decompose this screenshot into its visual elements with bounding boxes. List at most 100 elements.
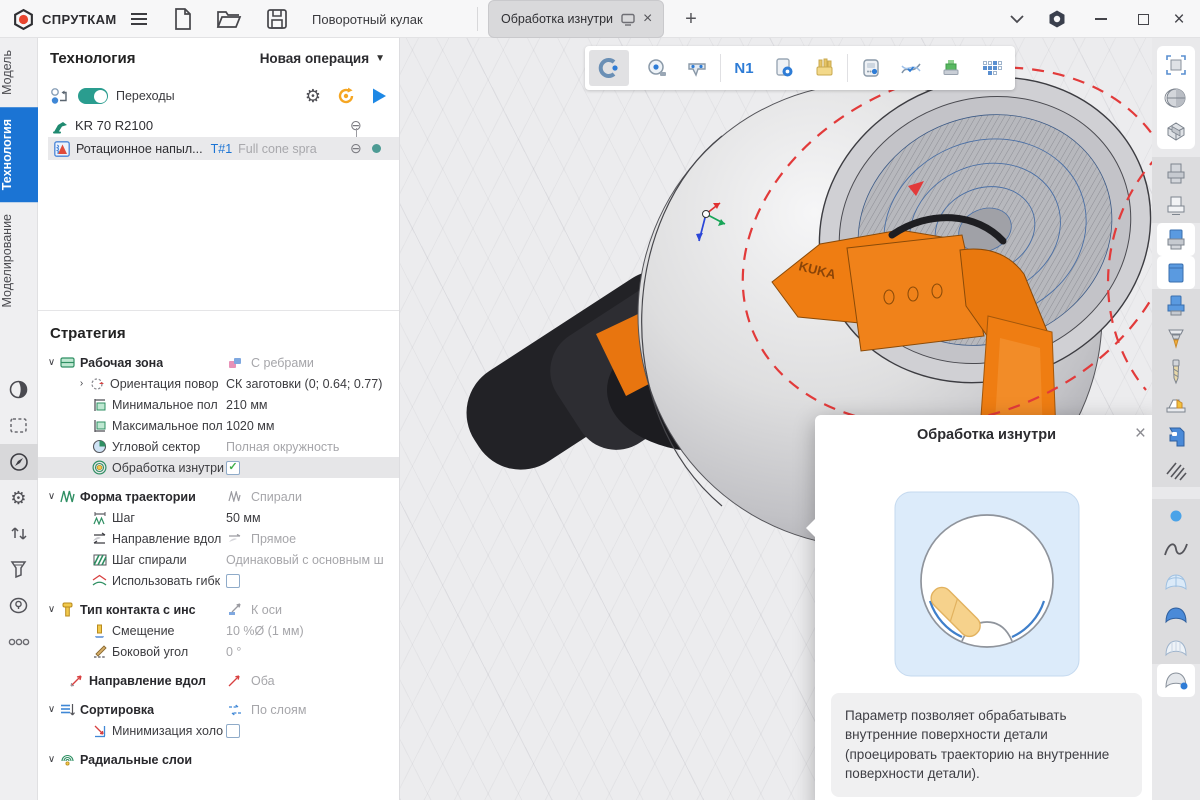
open-folder-icon[interactable] xyxy=(214,0,244,38)
selection-box-icon[interactable] xyxy=(0,408,38,444)
chevron-expanded-icon[interactable]: ∨ xyxy=(44,604,59,615)
step-icon xyxy=(91,510,108,526)
param-row-minimize-idle[interactable]: Минимизация холо xyxy=(38,720,399,741)
hexagon-logo-icon xyxy=(12,8,35,31)
viewport-3d[interactable]: KUKA xyxy=(400,38,1152,800)
param-row-contact-type[interactable]: ∨ Тип контакта с инс К оси xyxy=(38,599,399,620)
transitions-toggle[interactable] xyxy=(78,88,108,104)
param-row-min-position[interactable]: Минимальное пол 210 мм xyxy=(38,394,399,415)
chevron-expanded-icon[interactable]: ∨ xyxy=(44,704,59,715)
hamburger-icon[interactable] xyxy=(124,0,154,38)
param-row-direction-along[interactable]: Направление вдол Прямое xyxy=(38,528,399,549)
chevron-expanded-icon[interactable]: ∨ xyxy=(44,491,59,502)
minimize-icon[interactable] xyxy=(1086,0,1116,38)
param-row-sorting[interactable]: ∨ Сортировка По слоям xyxy=(38,699,399,720)
workpiece-blue-icon[interactable] xyxy=(1152,289,1200,322)
workpiece-solid-blue-icon[interactable] xyxy=(1157,256,1195,289)
graphs-icon[interactable] xyxy=(891,50,931,86)
param-row-direction[interactable]: Направление вдол Оба xyxy=(38,670,399,691)
add-tab-button[interactable]: + xyxy=(676,0,706,38)
param-row-spiral-step[interactable]: Шаг спирали Одинаковый с основным ш xyxy=(38,549,399,570)
tab-simulation[interactable]: Моделирование xyxy=(0,202,38,320)
fixture-icon[interactable] xyxy=(1152,388,1200,421)
section-view-icon[interactable] xyxy=(1157,114,1195,147)
toolpath-hatch-icon[interactable] xyxy=(1152,454,1200,487)
reorder-arrows-icon[interactable] xyxy=(0,516,38,552)
tree-row-machine[interactable]: KR 70 R2100 ⊖ xyxy=(38,114,399,137)
refresh-icon[interactable] xyxy=(336,86,356,106)
chevron-expanded-icon[interactable]: ∨ xyxy=(44,357,59,368)
close-icon[interactable]: × xyxy=(1135,423,1146,445)
param-row-flexible[interactable]: Использовать гибк xyxy=(38,570,399,591)
visibility-toggle-icon[interactable]: ⊖ xyxy=(350,140,362,157)
close-icon[interactable]: × xyxy=(643,11,652,27)
shaded-view-icon[interactable] xyxy=(1157,81,1195,114)
caliper-icon[interactable] xyxy=(677,50,717,86)
workpiece-outline-icon[interactable] xyxy=(1152,190,1200,223)
workpiece-gray-icon[interactable] xyxy=(1152,157,1200,190)
chevron-collapsed-icon[interactable]: › xyxy=(74,378,89,389)
machine-head-icon[interactable] xyxy=(1152,421,1200,454)
param-row-step[interactable]: Шаг 50 мм xyxy=(38,507,399,528)
jog-dial-icon[interactable] xyxy=(0,588,38,624)
settings-hexagon-icon[interactable] xyxy=(1042,0,1072,38)
chevron-expanded-icon[interactable]: ∨ xyxy=(44,754,59,765)
param-row-side-angle[interactable]: Боковой угол 0 ° xyxy=(38,641,399,662)
compass-icon[interactable] xyxy=(0,444,38,480)
additive-layers-icon[interactable] xyxy=(931,50,971,86)
tab-technology[interactable]: Технология xyxy=(0,107,38,202)
magnet-snap-icon[interactable] xyxy=(589,50,629,86)
spline-icon[interactable] xyxy=(1152,532,1200,565)
param-row-inside-machining[interactable]: Обработка изнутри ✓ xyxy=(38,457,399,478)
nc-program-icon[interactable]: N1 xyxy=(724,50,764,86)
checkbox-unchecked[interactable] xyxy=(226,724,240,738)
drill-tool-icon[interactable] xyxy=(1152,355,1200,388)
control-pendant-icon[interactable] xyxy=(851,50,891,86)
surface-blue-icon[interactable] xyxy=(1152,598,1200,631)
param-row-trajectory-shape[interactable]: ∨ Форма траектории Спирали xyxy=(38,486,399,507)
param-value: СК заготовки (0; 0.64; 0.77) xyxy=(226,377,397,391)
tool-magazine-icon[interactable] xyxy=(804,50,844,86)
close-icon[interactable]: × xyxy=(1164,0,1194,38)
voxel-simulation-icon[interactable] xyxy=(971,50,1011,86)
param-row-radial-layers[interactable]: ∨ Радиальные слои xyxy=(38,749,399,770)
surface-light-icon[interactable] xyxy=(1152,631,1200,664)
workpiece-blue-gray-icon[interactable] xyxy=(1157,223,1195,256)
minimize-idle-icon xyxy=(91,723,108,739)
direction-along-icon xyxy=(91,531,108,547)
param-row-angular-sector[interactable]: Угловой сектор Полная окружность xyxy=(38,436,399,457)
param-row-orientation[interactable]: › Ориентация повор СК заготовки (0; 0.64… xyxy=(38,373,399,394)
maximize-icon[interactable] xyxy=(1128,0,1158,38)
param-label: Шаг xyxy=(112,511,135,525)
popup-illustration xyxy=(892,489,1082,679)
play-button[interactable] xyxy=(371,87,387,105)
document-tab[interactable]: Обработка изнутри × xyxy=(488,0,664,38)
new-operation-button[interactable]: Новая операция ▼ xyxy=(260,51,385,66)
tape-measure-icon[interactable] xyxy=(637,50,677,86)
mesh-surface-icon[interactable] xyxy=(1152,565,1200,598)
param-row-offset[interactable]: Смещение 10 %Ø (1 мм) xyxy=(38,620,399,641)
tool-cutter-icon[interactable] xyxy=(0,552,38,588)
document-settings-icon[interactable] xyxy=(764,50,804,86)
shading-sphere-icon[interactable] xyxy=(0,372,38,408)
checkbox-checked[interactable]: ✓ xyxy=(226,461,240,475)
operation-detail: Full cone spra xyxy=(238,142,317,156)
fit-selection-icon[interactable] xyxy=(1157,48,1195,81)
tab-model[interactable]: Модель xyxy=(0,38,38,107)
param-row-max-position[interactable]: Максимальное пол 1020 мм xyxy=(38,415,399,436)
checkbox-unchecked[interactable] xyxy=(226,574,240,588)
more-options-icon[interactable] xyxy=(0,624,38,660)
strategy-title: Стратегия xyxy=(50,325,399,342)
operation-settings-gear-icon[interactable]: ⚙ xyxy=(305,87,321,105)
settings-gear-icon[interactable]: ⚙ xyxy=(0,480,38,516)
new-file-icon[interactable] xyxy=(168,0,198,38)
save-icon[interactable] xyxy=(262,0,292,38)
param-row-work-zone[interactable]: ∨ Рабочая зона С ребрами xyxy=(38,352,399,373)
tool-tip-icon[interactable] xyxy=(1152,322,1200,355)
param-value: К оси xyxy=(251,603,282,617)
tree-row-operation[interactable]: Ротационное напыл... T#1 Full cone spra … xyxy=(48,137,399,160)
chevron-down-icon[interactable] xyxy=(1002,0,1032,38)
surface-point-icon[interactable] xyxy=(1157,664,1195,697)
min-position-icon xyxy=(91,397,108,413)
point-icon[interactable] xyxy=(1152,499,1200,532)
